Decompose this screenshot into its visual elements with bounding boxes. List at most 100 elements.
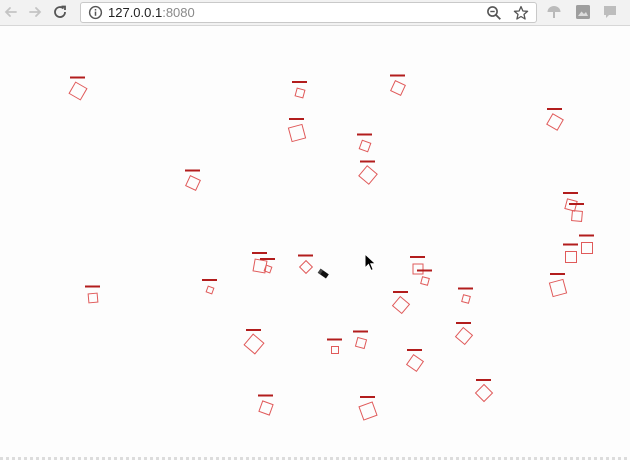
bookmark-button[interactable] <box>513 5 529 21</box>
enemy-box[interactable] <box>292 81 307 99</box>
chat-extension-button[interactable] <box>602 4 618 20</box>
enemy-box[interactable] <box>569 203 584 222</box>
enemy-box[interactable] <box>454 322 474 346</box>
enemy-box[interactable] <box>474 379 494 403</box>
enemy-square <box>420 276 430 286</box>
arrow-right-icon <box>29 7 42 17</box>
enemy-box[interactable] <box>327 338 342 354</box>
enemy-square <box>354 336 368 350</box>
enemy-square <box>412 263 424 275</box>
arrow-left-icon <box>4 7 17 17</box>
health-bar <box>202 279 217 281</box>
enemy-square <box>405 353 425 373</box>
umbrella-extension-icon <box>547 6 561 18</box>
enemy-box[interactable] <box>391 291 411 315</box>
health-bar <box>407 349 422 351</box>
enemy-square <box>454 326 474 346</box>
enemy-box[interactable] <box>548 273 568 298</box>
image-extension-icon <box>576 5 590 19</box>
health-bar <box>252 252 267 254</box>
health-bar <box>393 291 408 293</box>
enemy-box[interactable] <box>563 243 578 263</box>
enemy-square <box>287 123 307 143</box>
enemy-box[interactable] <box>405 349 425 373</box>
enemy-square <box>358 139 372 153</box>
enemy-box[interactable] <box>417 269 432 286</box>
health-bar <box>476 379 491 381</box>
health-bar <box>579 234 594 237</box>
enemy-box[interactable] <box>546 108 564 131</box>
enemy-box[interactable] <box>358 396 378 421</box>
health-bar <box>410 256 425 258</box>
enemy-square <box>546 113 564 131</box>
health-bar <box>456 322 471 324</box>
eraser-icon <box>317 268 329 279</box>
enemy-square <box>571 210 583 222</box>
forward-button[interactable] <box>26 3 44 21</box>
health-bar <box>360 396 375 398</box>
url-port: :8080 <box>162 5 195 20</box>
page-viewport[interactable] <box>0 26 630 460</box>
address-bar[interactable]: 127.0.0.1:8080 <box>80 2 537 23</box>
url-host: 127.0.0.1 <box>108 5 163 20</box>
health-bar <box>260 258 275 260</box>
image-extension-button[interactable] <box>575 4 591 20</box>
enemy-square <box>391 295 411 315</box>
umbrella-extension-button[interactable] <box>546 4 562 20</box>
health-bar <box>292 81 307 83</box>
enemy-box[interactable] <box>298 254 314 275</box>
star-icon <box>513 5 529 20</box>
game-scene[interactable] <box>0 26 630 460</box>
enemy-box[interactable] <box>358 160 378 185</box>
enemy-box[interactable] <box>287 118 307 143</box>
arrow-cursor-icon <box>364 253 377 272</box>
enemy-box[interactable] <box>68 76 88 101</box>
enemy-square <box>298 259 314 275</box>
health-bar <box>550 273 565 275</box>
enemy-square <box>263 264 273 274</box>
enemy-square <box>294 87 306 99</box>
info-icon[interactable] <box>88 5 103 20</box>
health-bar <box>185 169 200 172</box>
health-bar <box>569 203 584 205</box>
health-bar <box>563 192 578 194</box>
chat-extension-icon <box>604 6 616 18</box>
enemy-box[interactable] <box>579 234 594 254</box>
reload-button[interactable] <box>51 3 69 21</box>
enemy-square <box>185 175 201 191</box>
enemy-square <box>358 165 378 185</box>
enemy-square <box>205 285 215 295</box>
zoom-out-icon <box>487 6 501 20</box>
health-bar <box>390 74 405 77</box>
enemy-box[interactable] <box>202 279 217 295</box>
enemy-box[interactable] <box>243 329 265 355</box>
health-bar <box>353 330 368 333</box>
enemy-box[interactable] <box>353 330 368 350</box>
enemy-square <box>331 346 339 354</box>
health-bar <box>246 329 261 331</box>
health-bar <box>289 118 304 120</box>
enemy-square <box>474 383 494 403</box>
url-text[interactable]: 127.0.0.1:8080 <box>108 5 195 21</box>
enemy-box[interactable] <box>458 287 473 304</box>
enemy-square <box>68 81 88 101</box>
health-bar <box>563 243 578 246</box>
health-bar <box>298 254 313 257</box>
zoom-button[interactable] <box>486 5 502 21</box>
health-bar <box>258 394 273 397</box>
health-bar <box>85 285 100 288</box>
enemy-box[interactable] <box>357 133 372 153</box>
health-bar <box>417 269 432 272</box>
enemy-box[interactable] <box>258 394 274 416</box>
enemy-square <box>243 333 265 355</box>
health-bar <box>70 76 85 79</box>
enemy-square <box>358 401 378 421</box>
enemy-square <box>565 251 577 263</box>
enemy-box[interactable] <box>390 74 406 96</box>
enemy-box[interactable] <box>563 192 578 212</box>
health-bar <box>327 338 342 341</box>
enemy-box[interactable] <box>185 169 201 191</box>
enemy-box[interactable] <box>85 285 100 304</box>
enemy-square <box>548 278 568 298</box>
back-button[interactable] <box>2 3 20 21</box>
